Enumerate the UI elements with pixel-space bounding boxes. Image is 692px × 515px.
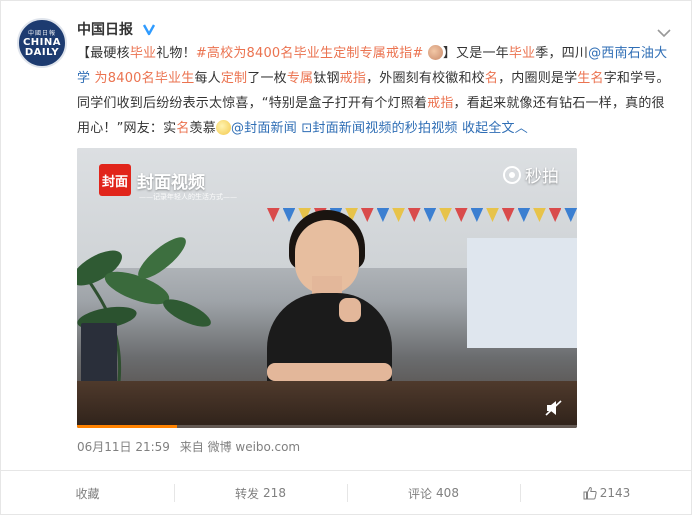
miaopai-watermark: 秒拍 — [503, 162, 559, 187]
text-seg: 羡慕 — [189, 121, 216, 136]
wall-board — [467, 238, 577, 348]
account-name-text: 中国日报 — [77, 22, 133, 38]
person-arms — [267, 363, 392, 381]
post-text: 【最硬核毕业礼物！#高校为8400名毕业生定制专属戒指# 】又是一年毕业季，四川… — [77, 41, 677, 141]
comment-label: 评论 — [408, 486, 433, 501]
text-seg: 礼物！ — [156, 46, 196, 61]
brand-logo: 封面 — [99, 164, 131, 196]
avatar-small-text: 中國日報 — [27, 30, 56, 37]
post-time[interactable]: 06月11日 21:59 — [77, 440, 170, 454]
post-meta: 06月11日 21:59 来自 微博 weibo.com — [77, 438, 306, 455]
video-link-label: 封面新闻视频的秒拍视频 — [312, 121, 458, 136]
account-name[interactable]: 中国日报 — [77, 19, 156, 39]
collapse-link[interactable]: 收起全文︿ — [462, 121, 528, 136]
repost-label: 转发 — [235, 486, 260, 501]
post-source: 来自 微博 weibo.com — [179, 440, 301, 454]
video-player[interactable]: 封面 封面视频 ——记录年轻人的生活方式—— 秒拍 — [77, 148, 577, 428]
keyword-link[interactable]: 名 — [176, 121, 189, 136]
text-seg: ，外圈刻有校徽和校 — [366, 71, 485, 86]
text-seg: 了一枚 — [247, 71, 287, 86]
video-progress-bar[interactable] — [77, 425, 577, 428]
keyword-link[interactable]: 戒指 — [340, 71, 366, 86]
brand-title: 封面视频 — [137, 172, 205, 193]
text-seg: 季，四川 — [535, 46, 589, 61]
avatar-line2: DAILY — [24, 47, 60, 58]
ring-emoji-icon — [427, 45, 443, 60]
miaopai-label: 秒拍 — [525, 167, 559, 187]
verified-icon — [141, 22, 156, 36]
person-hand — [339, 298, 361, 322]
video-link[interactable]: ⊡封面新闻视频的秒拍视频 — [301, 121, 457, 136]
weibo-post-card: 中國日報 CHINA DAILY 中国日报 【最硬核毕业礼物！#高校为8400名… — [0, 0, 692, 515]
keyword-link[interactable]: 为8400名毕业生 — [95, 71, 195, 86]
keyword-link[interactable]: 名 — [485, 71, 498, 86]
text-seg: 钛钢 — [313, 71, 340, 86]
thumbs-up-icon — [583, 486, 597, 500]
camera-icon — [503, 165, 521, 184]
topic-link[interactable]: #高校为8400名毕业生定制专属戒指# — [196, 46, 424, 61]
repost-button[interactable]: 转发 218 — [174, 471, 347, 515]
brand-subtitle: ——记录年轻人的生活方式—— — [139, 193, 237, 201]
like-button[interactable]: 2143 — [520, 471, 692, 515]
keyword-link[interactable]: 毕业 — [130, 46, 156, 61]
chevron-up-icon: ︿ — [514, 121, 528, 136]
video-link-icon: ⊡ — [301, 121, 313, 136]
collect-button[interactable]: 收藏 — [1, 471, 174, 515]
keyword-link[interactable]: 毕业 — [509, 46, 535, 61]
drool-emoji-icon — [215, 120, 231, 135]
mention-link[interactable]: @封面新闻 — [231, 121, 297, 136]
comment-button[interactable]: 评论 408 — [347, 471, 520, 515]
like-count: 2143 — [599, 486, 631, 500]
text-seg: ，内圈则是学 — [498, 71, 578, 86]
video-brand: 封面 封面视频 ——记录年轻人的生活方式—— — [99, 164, 237, 201]
avatar[interactable]: 中國日報 CHINA DAILY — [17, 18, 67, 68]
action-bar: 收藏 转发 218 评论 408 2143 — [1, 471, 692, 515]
text-seg: 】又是一年 — [442, 46, 509, 61]
mute-icon[interactable] — [545, 400, 563, 416]
comment-count: 408 — [436, 486, 459, 500]
repost-count: 218 — [263, 486, 286, 500]
chevron-down-icon[interactable] — [657, 23, 671, 38]
keyword-link[interactable]: 专属 — [287, 71, 313, 86]
keyword-link[interactable]: 定制 — [221, 71, 247, 86]
keyword-link[interactable]: 生名 — [577, 71, 603, 86]
video-progress-fill — [77, 425, 177, 428]
keyword-link[interactable]: 戒指 — [427, 96, 453, 111]
text-seg: 【最硬核 — [77, 46, 130, 61]
text-seg: 每人 — [194, 71, 221, 86]
collect-label: 收藏 — [75, 486, 100, 501]
wooden-table — [77, 381, 577, 428]
collapse-label: 收起全文 — [461, 121, 515, 136]
